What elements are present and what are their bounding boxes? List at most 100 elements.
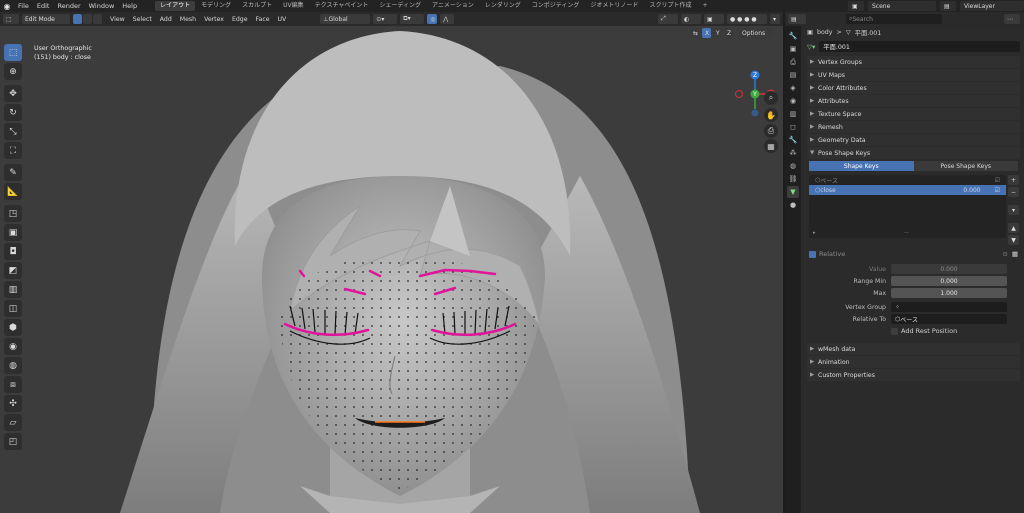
add-cube-icon[interactable]: ◳ (4, 205, 22, 222)
tab-uv-editing[interactable]: UV編集 (278, 1, 309, 11)
menu-add[interactable]: Add (156, 16, 176, 23)
extrude-icon[interactable]: ▣ (4, 224, 22, 241)
menu-edit[interactable]: Edit (33, 0, 54, 12)
overlay-toggle-icon[interactable]: ◐ (681, 14, 701, 24)
max-field[interactable]: 1.000 (891, 288, 1007, 298)
render-tab-icon[interactable]: ▣ (787, 43, 799, 55)
world-tab-icon[interactable]: ◉ (787, 95, 799, 107)
scene-field[interactable]: Scene (868, 1, 936, 11)
add-workspace-button[interactable]: + (697, 1, 712, 11)
panel-remesh[interactable]: ▶ Remesh (807, 121, 1020, 133)
panel-custom-properties[interactable]: ▶ Custom Properties (807, 369, 1020, 381)
view-layer-field[interactable]: ViewLayer (960, 1, 1024, 11)
object-tab-icon[interactable]: ◻ (787, 121, 799, 133)
measure-icon[interactable]: 📐 (4, 183, 22, 200)
menu-face[interactable]: Face (252, 16, 274, 23)
panel-texture-space[interactable]: ▶ Texture Space (807, 108, 1020, 120)
menu-mesh[interactable]: Mesh (176, 16, 200, 23)
view-layer-icon[interactable]: ▤ (940, 1, 956, 11)
smooth-icon[interactable]: ◍ (4, 357, 22, 374)
shear-icon[interactable]: ▱ (4, 414, 22, 431)
menu-vertex[interactable]: Vertex (200, 16, 228, 23)
menu-window[interactable]: Window (85, 0, 119, 12)
panel-attributes[interactable]: ▶ Attributes (807, 95, 1020, 107)
falloff-icon[interactable]: ⋀ (440, 14, 455, 24)
add-shape-key-button[interactable]: + (1008, 175, 1019, 185)
tab-shading[interactable]: シェーディング (374, 1, 426, 11)
rotate-icon[interactable]: ↻ (4, 104, 22, 121)
edge-select-icon[interactable] (83, 14, 92, 24)
tab-animation[interactable]: アニメーション (427, 1, 479, 11)
proportional-edit-icon[interactable]: ◎ (427, 14, 438, 24)
add-rest-position-checkbox[interactable] (891, 327, 898, 335)
zoom-icon[interactable]: ⌕ (764, 91, 778, 105)
tab-texture-paint[interactable]: テクスチャペイント (310, 1, 374, 11)
pin-icon[interactable]: ⊙ (1002, 250, 1007, 258)
shape-key-value[interactable]: 0.000 (963, 187, 980, 194)
particles-tab-icon[interactable]: ⁂ (787, 147, 799, 159)
select-box-icon[interactable]: ⬚ (4, 44, 22, 61)
list-item[interactable]: ⬡ close 0.000 ☑ (809, 185, 1006, 195)
range-min-field[interactable]: 0.000 (891, 276, 1007, 286)
mirror-x-toggle[interactable]: X (702, 28, 711, 38)
panel-geometry-data[interactable]: ▶ Geometry Data (807, 134, 1020, 146)
shading-modes[interactable]: ● ● ● ● (727, 14, 767, 24)
tab-layout[interactable]: レイアウト (155, 1, 196, 11)
scene-tab-icon[interactable]: ◈ (787, 82, 799, 94)
xray-toggle-icon[interactable]: ▣ (704, 14, 724, 24)
relative-checkbox[interactable] (809, 250, 816, 258)
camera-view-icon[interactable]: ⎙ (764, 124, 778, 138)
snap-icon[interactable]: ⧉▾ (400, 14, 425, 24)
shading-options-icon[interactable]: ▾ (770, 14, 780, 24)
gizmo-toggle-icon[interactable]: ⤢ (658, 14, 678, 24)
ortho-grid-icon[interactable]: ▦ (764, 139, 778, 153)
mode-dropdown[interactable]: Edit Mode (22, 14, 70, 24)
value-field[interactable]: 0.000 (891, 264, 1007, 274)
mirror-icon[interactable]: ⇆ (690, 28, 700, 38)
cursor-icon[interactable]: ⊕ (4, 63, 22, 80)
panel-vertex-groups[interactable]: ▶ Vertex Groups (807, 56, 1020, 68)
shape-key-list[interactable]: ⬡ ベース ☑ ⬡ close 0.000 ☑ ▸ ⋯ (809, 175, 1006, 238)
edge-slide-icon[interactable]: ⧈ (4, 376, 22, 393)
options-dropdown[interactable]: Options (739, 28, 773, 38)
checkbox-icon[interactable]: ☑ (995, 187, 1000, 194)
mesh-data-tab-icon[interactable]: ▼ (787, 186, 799, 198)
menu-select[interactable]: Select (129, 16, 156, 23)
move-icon[interactable]: ✥ (4, 85, 22, 102)
knife-icon[interactable]: ◫ (4, 300, 22, 317)
shape-key-specials-button[interactable]: ▾ (1008, 205, 1019, 215)
tab-modeling[interactable]: モデリング (196, 1, 236, 11)
output-tab-icon[interactable]: ⎙ (787, 56, 799, 68)
editor-type-icon[interactable]: ⬚ (3, 14, 19, 24)
pivot-icon[interactable]: ⊙▾ (373, 14, 398, 24)
menu-file[interactable]: File (14, 0, 33, 12)
panel-wmesh-data[interactable]: ▶ wMesh data (807, 343, 1020, 355)
rip-region-icon[interactable]: ◰ (4, 433, 22, 450)
relative-to-field[interactable]: ⬡ ベース (891, 314, 1007, 324)
menu-render[interactable]: Render (53, 0, 84, 12)
mesh-data-icon[interactable]: ▽▾ (803, 43, 815, 51)
modifier-tab-icon[interactable]: 🔧 (787, 134, 799, 146)
3d-viewport[interactable]: User Orthographic (151) body : close ⇆ X… (0, 26, 783, 513)
tab-sculpt[interactable]: スカルプト (237, 1, 277, 11)
move-down-button[interactable]: ▼ (1008, 235, 1019, 245)
edit-mode-shape-icon[interactable]: ▦ (1012, 250, 1018, 258)
transform-icon[interactable]: ⛶ (4, 142, 22, 159)
poly-build-icon[interactable]: ⬢ (4, 319, 22, 336)
transform-orientation-dropdown[interactable]: ⊥ Global (320, 14, 371, 24)
mesh-name-field[interactable]: 平面.001 (819, 41, 1020, 52)
mirror-y-toggle[interactable]: Y (713, 28, 722, 38)
menu-uv[interactable]: UV (274, 16, 291, 23)
panel-pose-shape-keys[interactable]: ▼ Pose Shape Keys (807, 147, 1020, 159)
panel-color-attributes[interactable]: ▶ Color Attributes (807, 82, 1020, 94)
loop-cut-icon[interactable]: ▥ (4, 281, 22, 298)
menu-help[interactable]: Help (118, 0, 141, 12)
tab-scripting[interactable]: スクリプト作成 (644, 1, 696, 11)
material-tab-icon[interactable]: ● (787, 199, 799, 211)
menu-edge[interactable]: Edge (228, 16, 252, 23)
move-up-button[interactable]: ▲ (1008, 223, 1019, 233)
tab-rendering[interactable]: レンダリング (480, 1, 526, 11)
constraints-tab-icon[interactable]: ⛓ (787, 173, 799, 185)
tab-geometry-nodes[interactable]: ジオメトリノード (585, 1, 643, 11)
spin-icon[interactable]: ◉ (4, 338, 22, 355)
